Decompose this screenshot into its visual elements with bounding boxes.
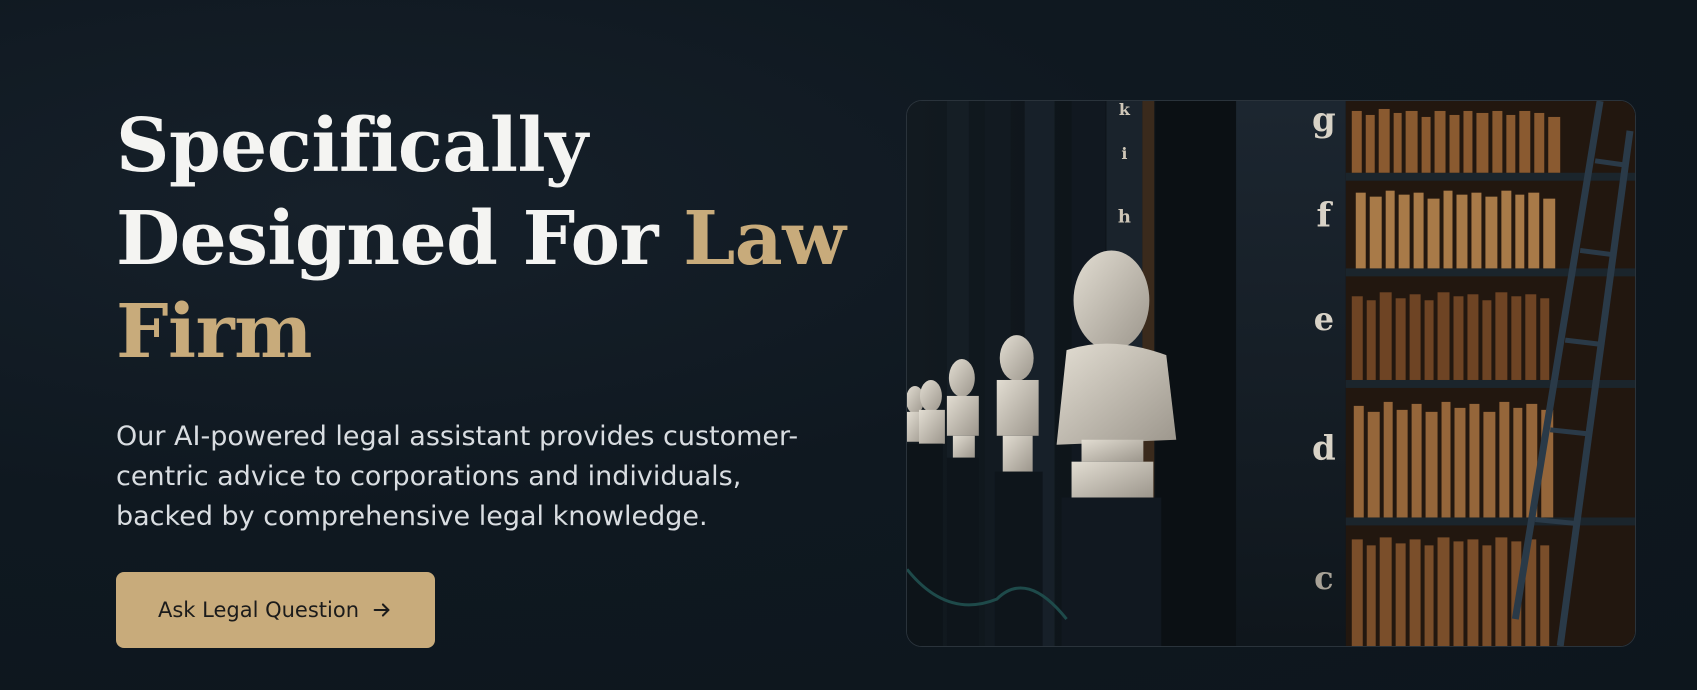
headline-line-2: Designed For [116, 196, 684, 282]
headline-accent-firm: Firm [116, 289, 312, 375]
cta-label: Ask Legal Question [157, 598, 360, 622]
hero-headline: Specifically Designed For Law Firm [116, 100, 856, 379]
arrow-right-icon [373, 603, 390, 617]
library-illustration: k i h g g f e d c [907, 101, 1635, 646]
svg-text:c: c [1314, 559, 1333, 597]
headline-line-1: Specifically [116, 103, 588, 189]
svg-text:h: h [1118, 207, 1131, 228]
headline-accent-law: Law [683, 196, 846, 282]
hero-content: Specifically Designed For Law Firm Our A… [116, 100, 856, 537]
svg-text:k: k [1119, 101, 1131, 119]
hero-description: Our AI-powered legal assistant provides … [116, 421, 799, 532]
svg-text:f: f [1317, 195, 1334, 235]
svg-text:g: g [1312, 101, 1336, 139]
svg-text:d: d [1312, 428, 1336, 468]
ask-legal-question-button[interactable]: Ask Legal Question [116, 572, 435, 648]
svg-text:i: i [1121, 144, 1127, 163]
library-photo: k i h g g f e d c [906, 100, 1636, 647]
svg-text:e: e [1314, 300, 1334, 338]
